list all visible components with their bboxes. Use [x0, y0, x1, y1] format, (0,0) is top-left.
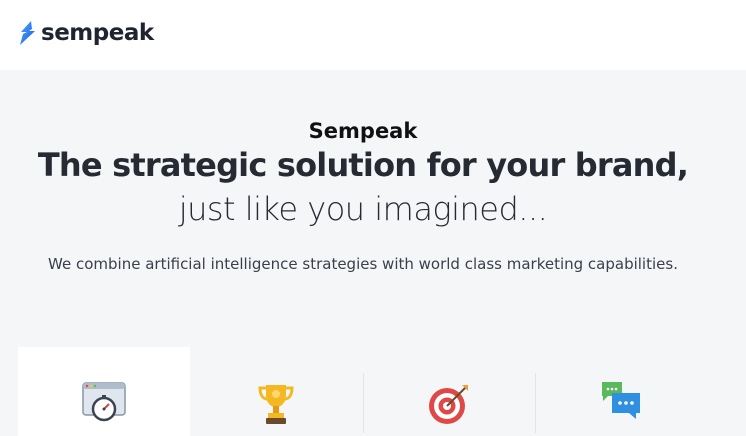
hero-subline: just like you imagined... — [178, 190, 548, 228]
feature-tabs — [18, 347, 708, 436]
feature-tab-award[interactable] — [190, 347, 362, 436]
site-header: sempeak — [0, 0, 746, 70]
hero-headline: The strategic solution for your brand, — [37, 146, 689, 184]
chat-icon — [602, 382, 640, 419]
feature-tab-communication[interactable] — [535, 347, 707, 436]
stopwatch-icon — [82, 382, 126, 422]
hero-brand: Sempeak — [308, 119, 418, 143]
logo[interactable]: sempeak — [18, 20, 154, 46]
sempeak-logo-icon — [20, 21, 35, 45]
target-icon — [429, 385, 468, 424]
trophy-icon — [258, 385, 294, 424]
logo-text: sempeak — [41, 20, 154, 46]
feature-tab-target[interactable] — [363, 347, 535, 436]
hero-description: We combine artificial intelligence strat… — [48, 255, 678, 273]
feature-tab-speed[interactable] — [18, 347, 190, 436]
